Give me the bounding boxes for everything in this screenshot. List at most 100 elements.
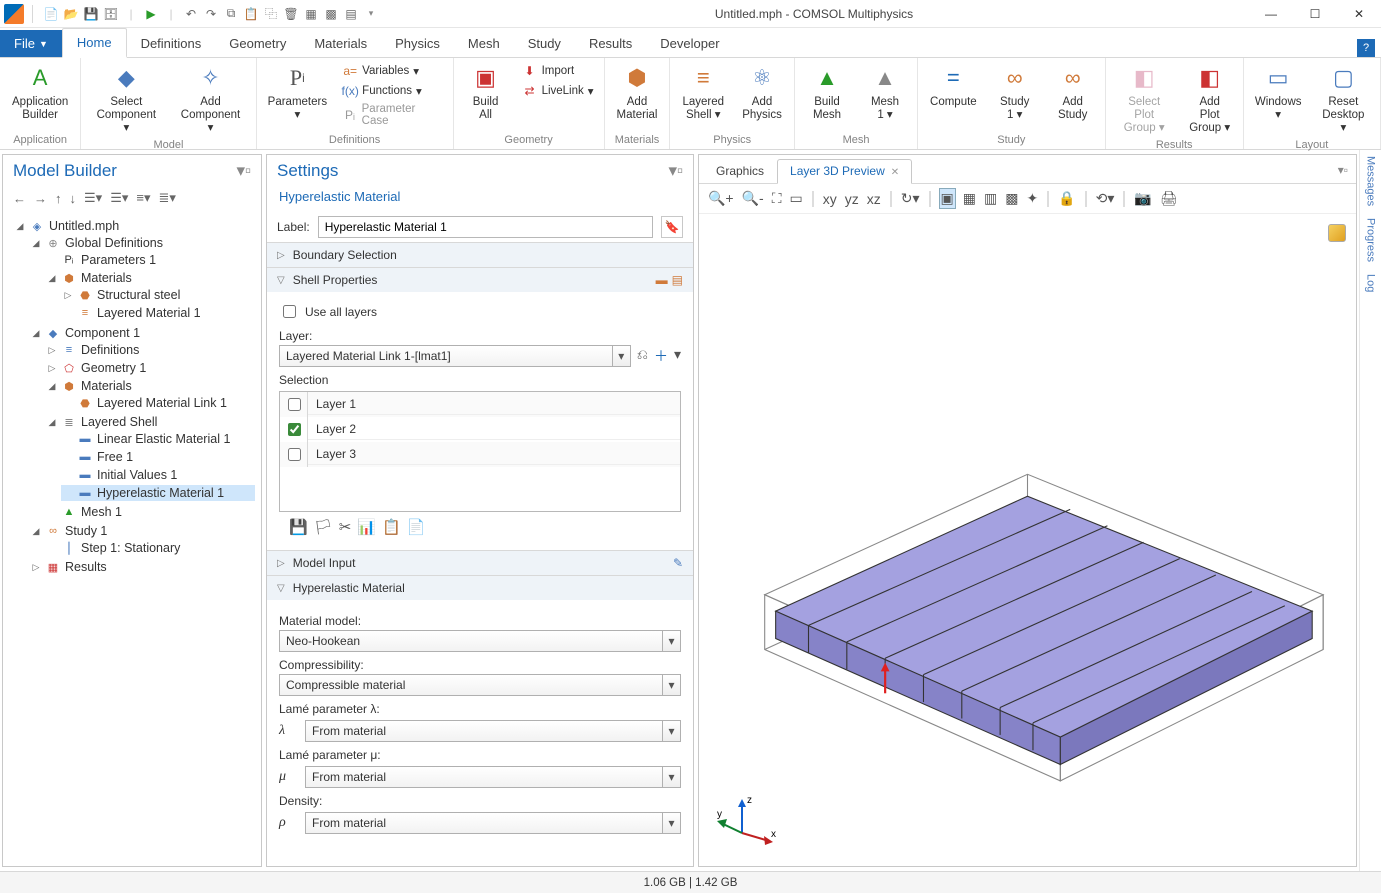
capture-icon[interactable]: ▩ [323,6,339,22]
lame-lambda-dropdown[interactable]: From material▾ [305,720,681,742]
add-plot-group-button[interactable]: ◧Add Plot Group ▾ [1185,60,1235,137]
scene-light-icon[interactable] [1328,224,1346,242]
plot-icon[interactable]: 📊 [357,518,376,536]
report-icon[interactable]: ▤ [343,6,359,22]
wire-icon[interactable]: ▥ [983,189,998,208]
reset-desktop-button[interactable]: ▢Reset Desktop ▾ [1315,60,1372,137]
tab-results[interactable]: Results [575,30,646,57]
collapse-icon[interactable]: ☰▾ [82,189,104,207]
nav-fwd-icon[interactable]: → [32,190,49,207]
layers-icon[interactable]: ▬ [656,273,668,287]
nav-down-icon[interactable]: ↓ [68,190,79,207]
grid-icon[interactable]: ▦ [962,189,977,208]
edit-model-input-icon[interactable]: ✎ [673,556,683,570]
run-icon[interactable]: ▶ [143,6,159,22]
file-menu-button[interactable]: File▼ [0,30,62,57]
graphics-canvas[interactable]: z x y [699,214,1356,866]
tab-graphics[interactable]: Graphics [703,159,777,183]
section-model-input[interactable]: ▷Model Input✎ [267,551,693,575]
save-icon[interactable]: 💾 [83,6,99,22]
tab-mesh[interactable]: Mesh [454,30,514,57]
redo-icon[interactable]: ↷ [203,6,219,22]
tab-developer[interactable]: Developer [646,30,733,57]
layer-selection-list[interactable]: Layer 1 Layer 2 Layer 3 [279,391,681,512]
view-xy-icon[interactable]: xy [822,190,838,208]
layer1-checkbox[interactable] [288,398,301,411]
screenshot-icon[interactable]: ▦ [303,6,319,22]
select-component-button[interactable]: ◆Select Component ▾ [89,60,163,137]
mesh-1-button[interactable]: ▲Mesh 1 ▾ [861,60,909,124]
study-1-button[interactable]: ∞Study 1 ▾ [991,60,1039,124]
paste-icon[interactable]: 📋 [243,6,259,22]
more-icon[interactable]: ▾ [674,346,681,366]
goto-icon[interactable]: ⎌ [637,346,648,366]
model-tree[interactable]: ◢◈Untitled.mph ◢⊕Global Definitions PᵢPa… [3,213,261,866]
new-icon[interactable]: 📄 [43,6,59,22]
lame-mu-dropdown[interactable]: From material▾ [305,766,681,788]
build-mesh-button[interactable]: ▲Build Mesh [803,60,851,124]
zoom-in-icon[interactable]: 🔍+ [707,189,735,208]
view-yz-icon[interactable]: yz [844,190,860,208]
layer-dropdown[interactable]: Layered Material Link 1-[lmat1]▾ [279,345,631,367]
qat-more-icon[interactable]: ▾ [363,6,379,22]
camera-icon[interactable]: 📷 [1133,189,1152,208]
add-study-button[interactable]: ∞Add Study [1049,60,1097,124]
paste-sel-icon[interactable]: 📄 [407,518,426,536]
tab-log[interactable]: Log [1365,274,1377,292]
compute-button[interactable]: =Compute [926,60,981,111]
zoom-out-icon[interactable]: 🔍- [741,189,765,208]
functions-button[interactable]: f(x)Functions ▾ [340,82,444,100]
tab-progress[interactable]: Progress [1365,218,1377,262]
explode-icon[interactable]: ✦ [1025,189,1039,208]
copy-sel-icon[interactable]: 📋 [382,518,401,536]
tab-materials[interactable]: Materials [300,30,381,57]
panel-menu-icon[interactable]: ▾▫ [236,161,251,181]
material-model-dropdown[interactable]: Neo-Hookean▾ [279,630,681,652]
nav-back-icon[interactable]: ← [11,190,28,207]
select-box-icon[interactable]: ▣ [939,188,956,209]
add-material-button[interactable]: ⬢Add Material [613,60,662,124]
delete-icon[interactable]: 🗑 [283,6,299,22]
section-hyperelastic-material[interactable]: ▽Hyperelastic Material [267,576,693,600]
layer3-checkbox[interactable] [288,448,301,461]
add-component-button[interactable]: ✧Add Component ▾ [173,60,247,137]
save-as-icon[interactable]: 🗄 [103,6,119,22]
close-button[interactable]: ✕ [1337,0,1381,28]
import-button[interactable]: ⬇Import [520,62,596,80]
clear-icon[interactable]: ✂ [339,518,352,536]
view-xz-icon[interactable]: xz [866,190,882,208]
print-icon[interactable]: 🖨 [1159,189,1179,208]
tab-geometry[interactable]: Geometry [215,30,300,57]
maximize-button[interactable]: ☐ [1293,0,1337,28]
copy-icon[interactable]: ⧉ [223,6,239,22]
add-icon[interactable]: ＋ [654,346,668,366]
layered-shell-button[interactable]: ≡Layered Shell ▾ [678,60,728,124]
tab-layer-3d-preview[interactable]: Layer 3D Preview✕ [777,159,912,184]
save-sel-icon[interactable]: 💾 [289,518,308,536]
density-dropdown[interactable]: From material▾ [305,812,681,834]
application-builder-button[interactable]: AApplication Builder [8,60,72,124]
shade-icon[interactable]: ▩ [1004,189,1019,208]
tab-definitions[interactable]: Definitions [127,30,216,57]
tab-study[interactable]: Study [514,30,575,57]
section-shell-properties[interactable]: ▽Shell Properties ▬▤ [267,268,693,292]
target-icon[interactable]: ⟲▾ [1095,189,1116,208]
lock-icon[interactable]: 🔒 [1057,189,1076,208]
rotate-icon[interactable]: ↻▾ [900,189,921,208]
sort-icon[interactable]: ≣▾ [157,189,178,207]
compressibility-dropdown[interactable]: Compressible material▾ [279,674,681,696]
filter-icon[interactable]: ≡▾ [134,189,152,207]
undo-icon[interactable]: ↶ [183,6,199,22]
tab-messages[interactable]: Messages [1365,156,1377,206]
windows-button[interactable]: ▭Windows▾ [1252,60,1305,124]
stack-icon[interactable]: ▤ [672,273,683,287]
section-boundary-selection[interactable]: ▷Boundary Selection [267,243,693,267]
close-tab-icon[interactable]: ✕ [891,167,899,178]
layer2-checkbox[interactable] [288,423,301,436]
variables-button[interactable]: a=Variables ▾ [340,62,444,80]
tab-home[interactable]: Home [62,28,127,58]
nav-up-icon[interactable]: ↑ [53,190,64,207]
tab-physics[interactable]: Physics [381,30,454,57]
use-all-layers-checkbox[interactable]: Use all layers [279,300,681,323]
minimize-button[interactable]: — [1249,0,1293,28]
